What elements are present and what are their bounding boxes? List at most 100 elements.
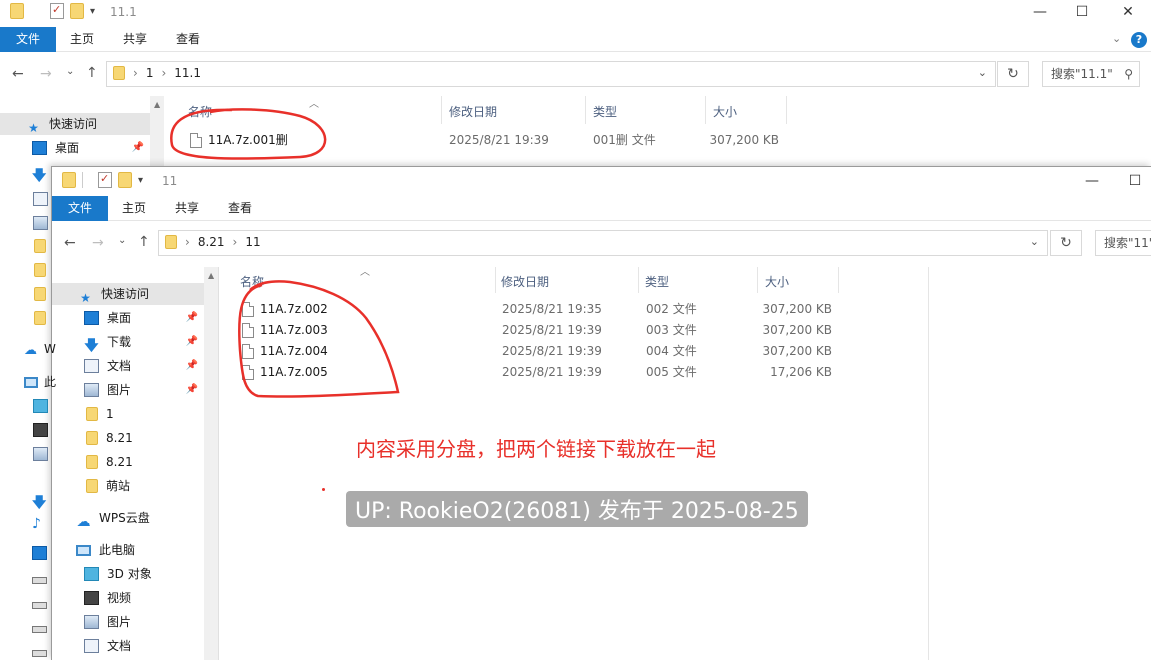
sidebar-item-folder-8-21-b[interactable]: 8.21 [52,451,204,473]
help-icon[interactable]: ? [1131,32,1147,48]
recent-locations-icon[interactable]: ⌄ [66,66,74,77]
tab-view[interactable]: 查看 [218,196,262,221]
download-icon: 🡇 [32,495,47,511]
file-row[interactable]: 11A.7z.005 2025/8/21 19:39 005 文件 17,206… [222,362,862,383]
folder-icon [86,407,98,421]
music-icon: ♪ [32,516,41,532]
sidebar-item-this-pc[interactable]: 此电脑 [52,539,204,561]
minimize-button[interactable]: — [1072,171,1112,191]
recent-locations-icon[interactable]: ⌄ [118,235,126,246]
pin-icon[interactable]: 📌 [186,307,198,329]
annotation-dot [322,488,325,491]
forward-arrow-icon[interactable]: → [92,235,104,251]
sidebar-item-folder-8-21[interactable]: 8.21 [52,427,204,449]
pin-icon[interactable]: 📌 [186,355,198,377]
tab-file[interactable]: 文件 [0,27,57,52]
pin-icon[interactable]: 📌 [186,379,198,401]
star-icon: ★ [28,121,39,135]
sidebar-item-quick-access[interactable]: ★ 快速访问 [0,113,150,135]
tab-share[interactable]: 共享 [165,196,209,221]
3d-objects-icon [84,567,99,581]
column-name[interactable]: 名称 [240,273,264,290]
column-date[interactable]: 修改日期 [449,103,497,120]
address-bar[interactable]: › 8.21 › 11 ⌄ [158,230,1048,256]
sidebar-item-quick-access[interactable]: ★ 快速访问 [52,283,204,305]
address-dropdown-icon[interactable]: ⌄ [978,66,987,79]
cloud-icon: ☁ [76,514,91,530]
scroll-up-icon[interactable]: ▲ [154,100,160,109]
tab-home[interactable]: 主页 [112,196,156,221]
folder-icon [86,431,98,445]
scroll-up-icon[interactable]: ▲ [208,271,214,280]
back-arrow-icon[interactable]: ← [64,235,76,251]
tab-file[interactable]: 文件 [52,196,109,221]
refresh-button[interactable]: ↻ [1050,230,1082,256]
chevron-down-icon[interactable]: ⌄ [1112,32,1121,45]
file-row[interactable]: 11A.7z.003 2025/8/21 19:39 003 文件 307,20… [222,320,862,341]
sidebar-item-wps-cloud[interactable]: ☁ WPS云盘 [52,507,204,530]
sidebar-item-documents-pc[interactable]: 文档 [52,635,204,657]
sidebar-item-pictures[interactable]: 图片 📌 [52,379,204,401]
column-type[interactable]: 类型 [593,103,617,120]
properties-icon[interactable] [50,3,64,19]
picture-icon [84,615,99,629]
address-dropdown-icon[interactable]: ⌄ [1030,235,1039,248]
sidebar-item-folder-mengzhan[interactable]: 萌站 [52,475,204,497]
sidebar-item-folder-1[interactable]: 1 [52,403,204,425]
forward-arrow-icon[interactable]: → [40,66,52,82]
sidebar-item-3d-objects[interactable]: 3D 对象 [52,563,204,585]
customize-qat-icon[interactable]: ▾ [138,175,143,186]
pin-icon[interactable]: 📌 [132,137,144,159]
close-button[interactable]: ✕ [1108,2,1148,22]
folder-icon [34,286,46,301]
minimize-button[interactable]: — [1020,2,1060,22]
search-input[interactable]: 搜索"11" [1095,230,1151,256]
column-size[interactable]: 大小 [765,273,789,290]
customize-qat-icon[interactable]: ▾ [90,6,95,17]
document-icon [33,191,48,206]
column-size[interactable]: 大小 [713,103,737,120]
sidebar-item-downloads[interactable]: 🡇 下载 📌 [52,331,204,354]
uploader-badge: UP: RookieO2(26081) 发布于 2025-08-25 [346,491,808,527]
sidebar-item-documents[interactable]: 文档 📌 [52,355,204,377]
file-row[interactable]: 11A.7z.002 2025/8/21 19:35 002 文件 307,20… [222,299,862,320]
sidebar-item-wps-clip: W [44,342,56,356]
column-type[interactable]: 类型 [645,273,669,290]
file-icon [242,344,254,359]
new-folder-icon[interactable] [118,172,132,188]
document-icon [84,639,99,653]
refresh-button[interactable]: ↻ [997,61,1029,87]
up-arrow-icon[interactable]: ↑ [86,65,98,81]
breadcrumb-11[interactable]: 11 [245,235,260,249]
file-row[interactable]: 11A.7z.004 2025/8/21 19:39 004 文件 307,20… [222,341,862,362]
tab-share[interactable]: 共享 [113,27,157,52]
address-bar[interactable]: › 1 › 11.1 ⌄ [106,61,996,87]
maximize-button[interactable]: ☐ [1062,2,1102,22]
sidebar-item-desktop[interactable]: 桌面 📌 [0,137,150,159]
properties-icon[interactable] [98,172,112,188]
column-name[interactable]: 名称 [188,103,212,120]
up-arrow-icon[interactable]: ↑ [138,234,150,250]
sidebar-item-pictures-pc[interactable]: 图片 [52,611,204,633]
file-icon [242,302,254,317]
picture-icon [33,215,48,230]
sidebar-scrollbar[interactable] [204,267,218,660]
pin-icon[interactable]: 📌 [186,331,198,353]
folder-icon [86,455,98,469]
sidebar-item-pc-clip: 此 [44,375,57,389]
search-input[interactable]: 搜索"11.1" ⚲ [1042,61,1140,87]
tab-view[interactable]: 查看 [166,27,210,52]
file-row[interactable]: 11A.7z.001删 2025/8/21 19:39 001删 文件 307,… [170,130,810,151]
breadcrumb-8-21[interactable]: 8.21 [198,235,225,249]
sidebar-item-desktop[interactable]: 桌面 📌 [52,307,204,329]
maximize-button[interactable]: ☐ [1115,171,1151,191]
sidebar-item-videos[interactable]: 视频 [52,587,204,609]
breadcrumb-1[interactable]: 1 [146,66,154,80]
tab-home[interactable]: 主页 [60,27,104,52]
column-date[interactable]: 修改日期 [501,273,549,290]
drive-icon [32,573,47,587]
folder-icon [34,238,46,253]
back-arrow-icon[interactable]: ← [12,66,24,82]
breadcrumb-11-1[interactable]: 11.1 [174,66,201,80]
new-folder-icon[interactable] [70,3,84,19]
